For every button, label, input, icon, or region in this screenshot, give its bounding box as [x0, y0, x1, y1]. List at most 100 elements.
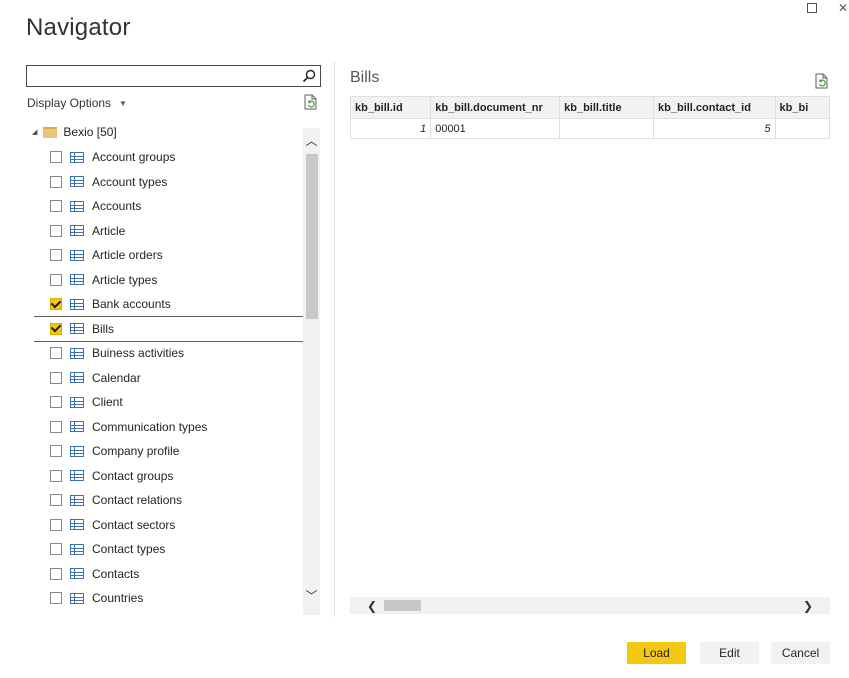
list-item[interactable]: Account groups — [34, 145, 303, 170]
checkbox-icon[interactable] — [50, 592, 62, 605]
checkbox-checked-icon[interactable] — [50, 298, 62, 311]
maximize-icon — [807, 3, 817, 13]
checkbox-icon[interactable] — [50, 347, 62, 360]
checkbox-checked-icon[interactable] — [50, 322, 62, 335]
scroll-down-icon[interactable]: ﹀ — [303, 585, 320, 605]
list-item[interactable]: Calendar — [34, 366, 303, 391]
table-icon — [70, 176, 84, 188]
list-item[interactable]: Communication types — [34, 415, 303, 440]
checkbox-icon[interactable] — [50, 175, 62, 188]
checkbox-icon[interactable] — [50, 518, 62, 531]
cancel-button[interactable]: Cancel — [771, 642, 830, 664]
scroll-left-icon[interactable]: ❮ — [362, 597, 382, 614]
table-cell — [559, 118, 655, 139]
checkbox-icon[interactable] — [50, 420, 62, 433]
scroll-right-icon[interactable]: ❯ — [798, 597, 818, 614]
checkbox-icon[interactable] — [50, 151, 62, 164]
list-item-label: Calendar — [92, 370, 141, 385]
column-header[interactable]: kb_bill.id — [350, 96, 432, 119]
checkbox-icon[interactable] — [50, 200, 62, 213]
list-item[interactable]: Contact sectors — [34, 513, 303, 538]
scroll-thumb[interactable] — [306, 154, 318, 319]
list-item[interactable]: Contacts — [34, 562, 303, 587]
dialog-title: Navigator — [26, 14, 131, 41]
scroll-thumb[interactable] — [384, 600, 421, 611]
table-header-row: kb_bill.id kb_bill.document_nr kb_bill.t… — [350, 96, 830, 119]
list-item[interactable]: Contact groups — [34, 464, 303, 489]
table-cell: 5 — [653, 118, 776, 139]
column-header[interactable]: kb_bill.title — [559, 96, 655, 119]
close-button[interactable]: ✕ — [833, 0, 849, 16]
scroll-up-icon[interactable]: ︿ — [303, 130, 320, 150]
list-item[interactable]: Company profile — [34, 439, 303, 464]
folder-icon — [43, 126, 58, 138]
preview-title: Bills — [350, 69, 380, 86]
refresh-icon[interactable] — [304, 94, 318, 110]
vertical-scrollbar[interactable]: ︿ ﹀ — [303, 128, 320, 615]
list-item[interactable]: Client — [34, 390, 303, 415]
checkbox-icon[interactable] — [50, 224, 62, 237]
list-item[interactable]: Contact types — [34, 537, 303, 562]
list-item[interactable]: Accounts — [34, 194, 303, 219]
table-list: Account groups Account types Accounts Artic… — [34, 145, 303, 615]
table-icon — [70, 225, 84, 237]
checkbox-icon[interactable] — [50, 396, 62, 409]
list-item-label: Countries — [92, 591, 144, 606]
list-item[interactable]: Contact relations — [34, 488, 303, 513]
list-item-label: Contact sectors — [92, 517, 176, 532]
list-item[interactable]: Buiness activities — [34, 341, 303, 366]
list-item-label: Bills — [92, 321, 115, 336]
checkbox-icon[interactable] — [50, 543, 62, 556]
table-cell: 00001 — [430, 118, 561, 139]
checkbox-icon[interactable] — [50, 273, 62, 286]
display-options-dropdown[interactable]: Display Options ▼ — [27, 96, 127, 110]
table-cell: 1 — [350, 118, 432, 139]
list-item[interactable]: Account types — [34, 170, 303, 195]
table-icon — [70, 298, 84, 310]
load-button[interactable]: Load — [627, 642, 686, 664]
table-icon — [70, 519, 84, 531]
table-icon — [70, 470, 84, 482]
checkbox-icon[interactable] — [50, 469, 62, 482]
search-icon[interactable] — [302, 69, 316, 83]
list-item-label: Contact types — [92, 542, 166, 557]
checkbox-icon[interactable] — [50, 445, 62, 458]
expanded-triangle-icon[interactable]: ◢ — [32, 128, 37, 136]
table-cell — [774, 118, 830, 139]
checkbox-icon[interactable] — [50, 249, 62, 262]
table-icon — [70, 372, 84, 384]
list-item-label: Bank accounts — [92, 297, 171, 312]
search-input[interactable] — [27, 66, 297, 86]
table-icon — [70, 494, 84, 506]
list-item[interactable]: Countries — [34, 586, 303, 611]
list-item-label: Account groups — [92, 150, 176, 165]
list-item-label: Contacts — [92, 566, 140, 581]
table-icon — [70, 421, 84, 433]
search-box — [26, 65, 321, 87]
list-item-label: Communication types — [92, 419, 208, 434]
table-icon — [70, 592, 84, 604]
list-item[interactable]: Article orders — [34, 243, 303, 268]
refresh-preview-icon[interactable] — [815, 73, 829, 89]
column-header[interactable]: kb_bill.document_nr — [430, 96, 561, 119]
table-icon — [70, 568, 84, 580]
horizontal-scrollbar[interactable]: ❮ ❯ — [350, 597, 830, 614]
list-item-label: Contact relations — [92, 493, 183, 508]
column-header[interactable]: kb_bill.contact_id — [653, 96, 776, 119]
edit-button[interactable]: Edit — [700, 642, 759, 664]
list-item-label: Article orders — [92, 248, 163, 263]
list-item[interactable]: Bank accounts — [34, 292, 303, 317]
maximize-button[interactable] — [802, 0, 822, 16]
tree-root[interactable]: ◢ Bexio [50] — [32, 125, 117, 139]
table-icon — [70, 249, 84, 261]
list-item[interactable]: Article — [34, 219, 303, 244]
list-item-label: Article types — [92, 272, 158, 287]
list-item[interactable]: Bills — [34, 315, 303, 342]
checkbox-icon[interactable] — [50, 567, 62, 580]
close-icon: ✕ — [837, 1, 849, 15]
checkbox-icon[interactable] — [50, 371, 62, 384]
checkbox-icon[interactable] — [50, 494, 62, 507]
column-header[interactable]: kb_bi — [774, 96, 830, 119]
list-item-label: Contact groups — [92, 468, 174, 483]
list-item[interactable]: Article types — [34, 268, 303, 293]
